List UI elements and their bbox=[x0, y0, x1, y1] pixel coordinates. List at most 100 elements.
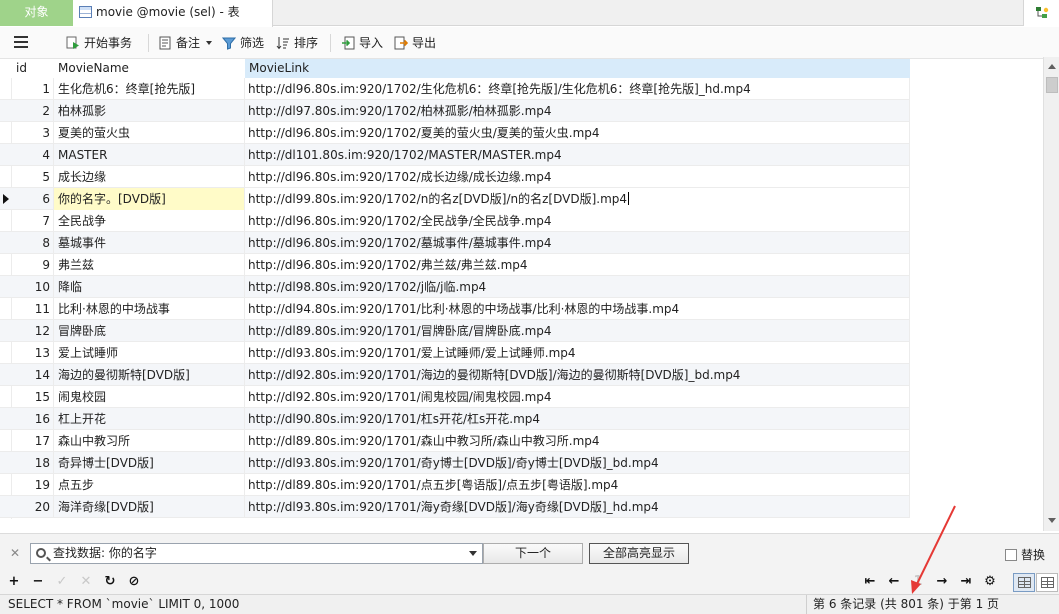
discard-changes-icon[interactable]: ✕ bbox=[78, 574, 94, 590]
first-page-icon[interactable]: ⇤ bbox=[862, 574, 878, 590]
scroll-thumb[interactable] bbox=[1046, 77, 1058, 93]
table-row[interactable]: 8 墓城事件 http://dl96.80s.im:920/1702/墓城事件/墓城… bbox=[0, 232, 910, 254]
cell-id[interactable]: 17 bbox=[12, 430, 54, 452]
cell-movielink[interactable]: http://dl99.80s.im:920/1702/n的名z[DVD版]/n… bbox=[245, 188, 910, 210]
cell-movielink[interactable]: http://dl93.80s.im:920/1701/奇y博士[DVD版]/奇… bbox=[245, 452, 910, 474]
cell-moviename[interactable]: 夏美的萤火虫 bbox=[54, 122, 245, 144]
cell-movielink[interactable]: http://dl92.80s.im:920/1701/闹鬼校园/闹鬼校园.mp… bbox=[245, 386, 910, 408]
cell-id[interactable]: 2 bbox=[12, 100, 54, 122]
cell-id[interactable]: 10 bbox=[12, 276, 54, 298]
cell-movielink[interactable]: http://dl96.80s.im:920/1702/夏美的萤火虫/夏美的萤火… bbox=[245, 122, 910, 144]
table-row[interactable]: 3 夏美的萤火虫 http://dl96.80s.im:920/1702/夏美的萤火… bbox=[0, 122, 910, 144]
last-page-icon[interactable]: ⇥ bbox=[958, 574, 974, 590]
cell-moviename[interactable]: 比利·林恩的中场战事 bbox=[54, 298, 245, 320]
table-row[interactable]: 6 你的名字。[DVD版] http://dl99.80s.im:920/1702/… bbox=[0, 188, 910, 210]
vertical-scrollbar[interactable] bbox=[1043, 57, 1059, 531]
cell-id[interactable]: 4 bbox=[12, 144, 54, 166]
cell-movielink[interactable]: http://dl96.80s.im:920/1702/生化危机6：终章[抢先版… bbox=[245, 78, 910, 100]
tab-objects[interactable]: 对象 bbox=[0, 0, 73, 26]
cell-id[interactable]: 16 bbox=[12, 408, 54, 430]
cell-id[interactable]: 11 bbox=[12, 298, 54, 320]
table-row[interactable]: 14 海边的曼彻斯特[DVD版] http://dl92.80s.im:920/17… bbox=[0, 364, 910, 386]
chevron-down-icon[interactable] bbox=[469, 551, 477, 556]
cell-id[interactable]: 13 bbox=[12, 342, 54, 364]
cell-moviename[interactable]: 爱上试睡师 bbox=[54, 342, 245, 364]
cell-id[interactable]: 15 bbox=[12, 386, 54, 408]
table-row[interactable]: 16 杠上开花 http://dl90.80s.im:920/1701/杠s开花/杠… bbox=[0, 408, 910, 430]
table-row[interactable]: 20 海洋奇缘[DVD版] http://dl93.80s.im:920/1701/… bbox=[0, 496, 910, 518]
cell-moviename[interactable]: 墓城事件 bbox=[54, 232, 245, 254]
table-row[interactable]: 13 爱上试睡师 http://dl93.80s.im:920/1701/爱上试睡师… bbox=[0, 342, 910, 364]
highlight-all-button[interactable]: 全部高亮显示 bbox=[589, 543, 689, 564]
table-row[interactable]: 5 成长边缘 http://dl96.80s.im:920/1702/成长边缘/成长… bbox=[0, 166, 910, 188]
cell-moviename[interactable]: 生化危机6：终章[抢先版] bbox=[54, 78, 245, 100]
cell-moviename[interactable]: 杠上开花 bbox=[54, 408, 245, 430]
cell-moviename[interactable]: 成长边缘 bbox=[54, 166, 245, 188]
cell-id[interactable]: 1 bbox=[12, 78, 54, 100]
cell-moviename[interactable]: 森山中教习所 bbox=[54, 430, 245, 452]
table-row[interactable]: 15 闹鬼校园 http://dl92.80s.im:920/1701/闹鬼校园/闹… bbox=[0, 386, 910, 408]
cell-movielink[interactable]: http://dl89.80s.im:920/1701/点五步[粤语版]/点五步… bbox=[245, 474, 910, 496]
cell-movielink[interactable]: http://dl89.80s.im:920/1701/森山中教习所/森山中教习… bbox=[245, 430, 910, 452]
cell-id[interactable]: 8 bbox=[12, 232, 54, 254]
next-page-icon[interactable]: → bbox=[934, 574, 950, 590]
table-row[interactable]: 2 柏林孤影 http://dl97.80s.im:920/1702/柏林孤影/柏林… bbox=[0, 100, 910, 122]
form-view-button[interactable] bbox=[1036, 573, 1058, 592]
cell-movielink[interactable]: http://dl90.80s.im:920/1701/杠s开花/杠s开花.mp… bbox=[245, 408, 910, 430]
tab-movie-table[interactable]: movie @movie (sel) - 表 bbox=[73, 0, 273, 27]
cell-moviename[interactable]: 海边的曼彻斯特[DVD版] bbox=[54, 364, 245, 386]
delete-record-icon[interactable]: − bbox=[30, 574, 46, 590]
table-row[interactable]: 11 比利·林恩的中场战事 http://dl94.80s.im:920/1701/… bbox=[0, 298, 910, 320]
cell-moviename[interactable]: 弗兰兹 bbox=[54, 254, 245, 276]
table-row[interactable]: 19 点五步 http://dl89.80s.im:920/1701/点五步[粤语版… bbox=[0, 474, 910, 496]
table-row[interactable]: 4 MASTER http://dl101.80s.im:920/1702/MAST… bbox=[0, 144, 910, 166]
cell-id[interactable]: 7 bbox=[12, 210, 54, 232]
grid-view-button[interactable] bbox=[1013, 573, 1035, 592]
menu-icon[interactable] bbox=[14, 36, 28, 48]
cell-movielink[interactable]: http://dl98.80s.im:920/1702/j临/j临.mp4 bbox=[245, 276, 910, 298]
cell-movielink[interactable]: http://dl96.80s.im:920/1702/成长边缘/成长边缘.mp… bbox=[245, 166, 910, 188]
close-icon[interactable]: ✕ bbox=[10, 546, 20, 560]
refresh-icon[interactable]: ↻ bbox=[102, 574, 118, 590]
cell-movielink[interactable]: http://dl92.80s.im:920/1701/海边的曼彻斯特[DVD版… bbox=[245, 364, 910, 386]
cell-moviename[interactable]: 冒牌卧底 bbox=[54, 320, 245, 342]
previous-page-icon[interactable]: ← bbox=[886, 574, 902, 590]
sort-button[interactable]: 排序 bbox=[276, 34, 318, 52]
add-record-icon[interactable]: + bbox=[6, 574, 22, 590]
scroll-down-icon[interactable] bbox=[1044, 513, 1059, 529]
table-row[interactable]: 1 生化危机6：终章[抢先版] http://dl96.80s.im:920/170… bbox=[0, 78, 910, 100]
begin-transaction-button[interactable]: 开始事务 bbox=[66, 34, 132, 52]
apply-changes-icon[interactable]: ✓ bbox=[54, 574, 70, 590]
column-header-movielink[interactable]: MovieLink bbox=[245, 59, 910, 78]
table-row[interactable]: 12 冒牌卧底 http://dl89.80s.im:920/1701/冒牌卧底/冒… bbox=[0, 320, 910, 342]
find-next-button[interactable]: 下一个 bbox=[483, 543, 583, 564]
cell-moviename[interactable]: 海洋奇缘[DVD版] bbox=[54, 496, 245, 518]
stop-icon[interactable]: ⊘ bbox=[126, 574, 142, 590]
page-number-icon[interactable]: 1 bbox=[910, 574, 926, 590]
filter-button[interactable]: 筛选 bbox=[222, 34, 264, 52]
cell-id[interactable]: 19 bbox=[12, 474, 54, 496]
cell-movielink[interactable]: http://dl93.80s.im:920/1701/海y奇缘[DVD版]/海… bbox=[245, 496, 910, 518]
cell-id[interactable]: 12 bbox=[12, 320, 54, 342]
scroll-up-icon[interactable] bbox=[1044, 59, 1059, 75]
cell-id[interactable]: 3 bbox=[12, 122, 54, 144]
cell-id[interactable]: 5 bbox=[12, 166, 54, 188]
table-row[interactable]: 18 奇异博士[DVD版] http://dl93.80s.im:920/1701/… bbox=[0, 452, 910, 474]
cell-moviename[interactable]: 点五步 bbox=[54, 474, 245, 496]
column-header-id[interactable]: id bbox=[12, 59, 54, 78]
cell-id[interactable]: 14 bbox=[12, 364, 54, 386]
cell-movielink[interactable]: http://dl89.80s.im:920/1701/冒牌卧底/冒牌卧底.mp… bbox=[245, 320, 910, 342]
memo-button[interactable]: 备注 bbox=[158, 34, 213, 52]
table-row[interactable]: 9 弗兰兹 http://dl96.80s.im:920/1702/弗兰兹/弗兰兹.… bbox=[0, 254, 910, 276]
memo-dropdown-icon[interactable] bbox=[206, 41, 213, 45]
cell-id[interactable]: 9 bbox=[12, 254, 54, 276]
cell-movielink[interactable]: http://dl101.80s.im:920/1702/MASTER/MAST… bbox=[245, 144, 910, 166]
cell-movielink[interactable]: http://dl96.80s.im:920/1702/全民战争/全民战争.mp… bbox=[245, 210, 910, 232]
cell-id[interactable]: 20 bbox=[12, 496, 54, 518]
find-input[interactable]: 查找数据: 你的名字 bbox=[30, 543, 483, 564]
cell-moviename[interactable]: 奇异博士[DVD版] bbox=[54, 452, 245, 474]
cell-movielink[interactable]: http://dl96.80s.im:920/1702/墓城事件/墓城事件.mp… bbox=[245, 232, 910, 254]
cell-moviename[interactable]: MASTER bbox=[54, 144, 245, 166]
cell-movielink[interactable]: http://dl96.80s.im:920/1702/弗兰兹/弗兰兹.mp4 bbox=[245, 254, 910, 276]
table-row[interactable]: 7 全民战争 http://dl96.80s.im:920/1702/全民战争/全民… bbox=[0, 210, 910, 232]
